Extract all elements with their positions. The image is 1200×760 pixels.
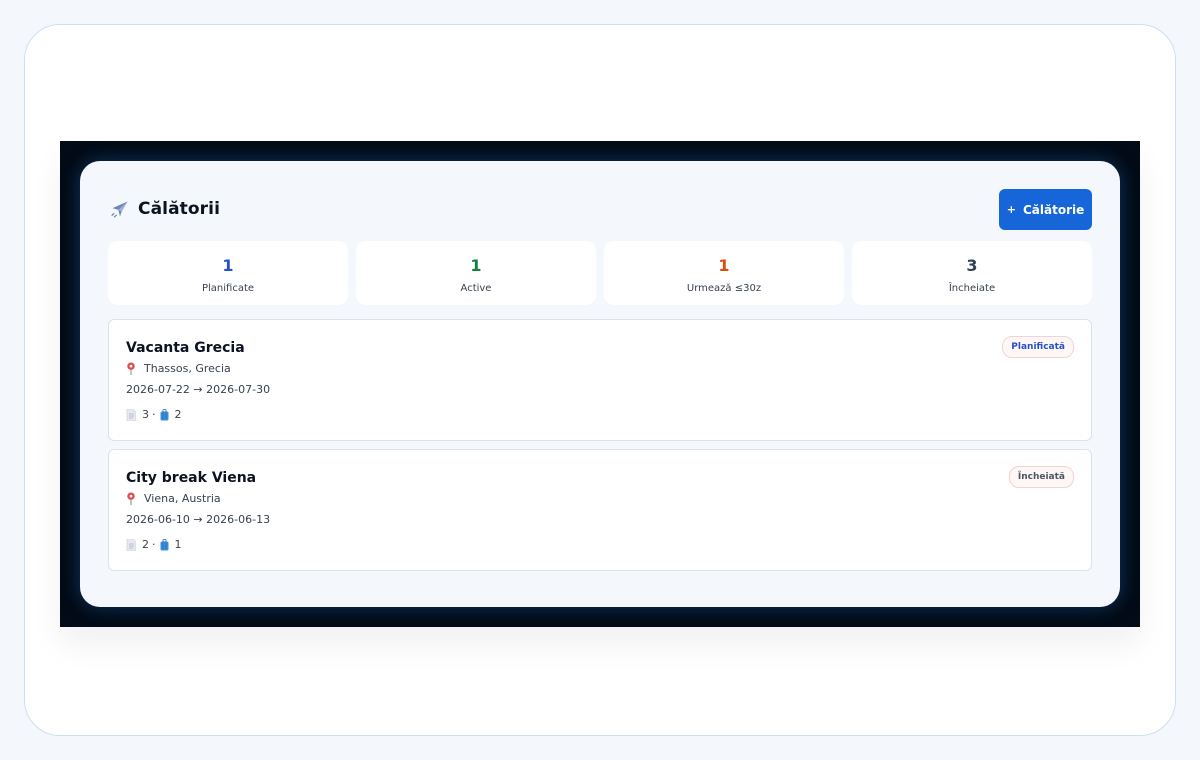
- trip-card-vacanta-grecia[interactable]: Vacanta Grecia Thassos, Grecia 2026-07-2…: [108, 319, 1092, 441]
- add-trip-button[interactable]: + Călătorie: [999, 189, 1092, 230]
- luggage-icon: [160, 538, 168, 550]
- trip-meta: 3 · 2: [126, 408, 182, 421]
- stat-label: Planificate: [201, 283, 255, 294]
- documents-count: 3: [142, 408, 149, 421]
- stat-planned[interactable]: 1 Planificate: [108, 241, 348, 305]
- stat-value: 3: [966, 256, 978, 275]
- trip-location-text: Viena, Austria: [144, 492, 221, 505]
- stat-label: Active: [460, 283, 492, 294]
- trips-panel: Călătorii + Călătorie 1 Planificate 1 Ac…: [80, 161, 1120, 607]
- trip-dates: 2026-06-10 → 2026-06-13: [126, 513, 271, 526]
- stat-label: Urmează ≤30z: [686, 283, 762, 294]
- app-stage: Călătorii + Călătorie 1 Planificate 1 Ac…: [60, 141, 1140, 627]
- trip-card-city-break-viena[interactable]: City break Viena Viena, Austria 2026-06-…: [108, 449, 1092, 571]
- documents-count: 2: [142, 538, 149, 551]
- stat-active[interactable]: 1 Active: [356, 241, 596, 305]
- stat-finished[interactable]: 3 Încheiate: [852, 241, 1092, 305]
- status-badge: Încheiată: [1008, 466, 1074, 488]
- location-pin-icon: [127, 362, 135, 375]
- header: Călătorii + Călătorie: [108, 189, 1092, 231]
- stats-row: 1 Planificate 1 Active 1 Urmează ≤30z 3 …: [108, 241, 1092, 305]
- page-title: Călătorii: [138, 199, 220, 219]
- status-badge: Planificată: [1002, 336, 1074, 358]
- stat-value: 1: [222, 256, 234, 275]
- trip-name: City break Viena: [126, 470, 257, 486]
- stat-label: Încheiate: [948, 283, 996, 294]
- meta-separator: ·: [152, 408, 156, 421]
- add-trip-button-label: Călătorie: [1022, 202, 1085, 217]
- meta-separator: ·: [152, 538, 156, 551]
- luggage-icon: [160, 408, 168, 420]
- luggage-count: 2: [174, 408, 182, 421]
- trip-location: Viena, Austria: [126, 492, 221, 505]
- trip-name: Vacanta Grecia: [126, 340, 245, 356]
- stat-value: 1: [718, 256, 730, 275]
- trip-meta: 2 · 1: [126, 538, 182, 551]
- airplane-icon: [111, 201, 128, 218]
- stat-value: 1: [470, 256, 482, 275]
- luggage-count: 1: [174, 538, 182, 551]
- trip-location: Thassos, Grecia: [126, 362, 231, 375]
- location-pin-icon: [127, 492, 135, 505]
- plus-icon: +: [1006, 203, 1016, 216]
- document-icon: [126, 408, 136, 421]
- title-wrap: Călătorii: [110, 199, 220, 219]
- trip-dates: 2026-07-22 → 2026-07-30: [126, 383, 271, 396]
- stat-upcoming[interactable]: 1 Urmează ≤30z: [604, 241, 844, 305]
- document-icon: [126, 538, 136, 551]
- trip-location-text: Thassos, Grecia: [144, 362, 231, 375]
